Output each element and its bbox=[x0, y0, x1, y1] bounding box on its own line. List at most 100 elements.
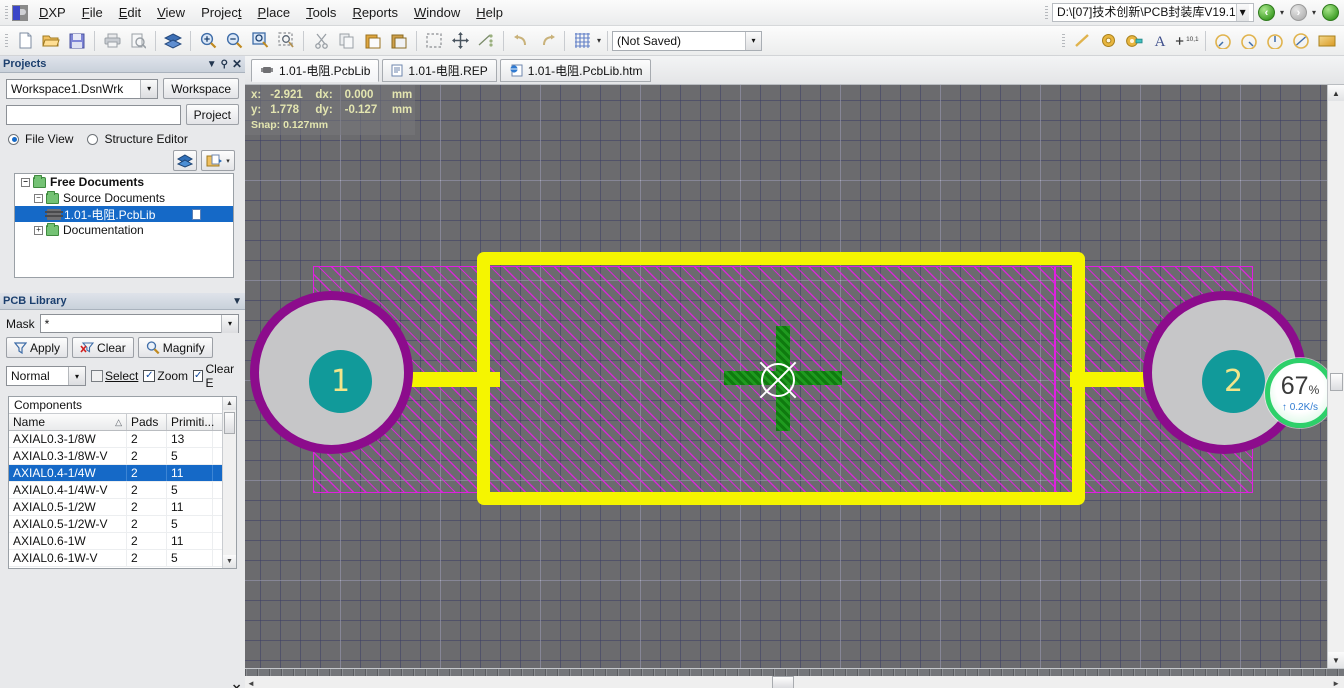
zoom-in-icon[interactable] bbox=[196, 29, 220, 53]
table-row[interactable]: AXIAL0.4-1/4W 2 11 bbox=[9, 465, 222, 482]
components-scroll-thumb[interactable] bbox=[224, 412, 235, 434]
undo-icon[interactable] bbox=[509, 29, 533, 53]
mode-dropdown-icon[interactable]: ▾ bbox=[68, 367, 85, 385]
save-state-combo[interactable]: (Not Saved) ▾ bbox=[612, 30, 763, 51]
table-row[interactable]: AXIAL0.5-1/2W 2 11 bbox=[9, 499, 222, 516]
canvas-vertical-scrollbar[interactable]: ▲ ▼ bbox=[1327, 85, 1344, 668]
scroll-right-icon[interactable]: ► bbox=[1332, 679, 1340, 688]
table-row[interactable]: AXIAL0.6-1W 2 11 bbox=[9, 533, 222, 550]
address-bar-dropdown-icon[interactable]: ▾ bbox=[1235, 4, 1249, 21]
save-state-dropdown-icon[interactable]: ▾ bbox=[745, 31, 762, 50]
tree-expander-icon[interactable]: − bbox=[21, 177, 30, 187]
place-pad-icon[interactable] bbox=[1096, 29, 1120, 53]
board-view-icon[interactable] bbox=[173, 150, 197, 171]
tree-node-pcblib[interactable]: 1.01-电阻.PcbLib bbox=[15, 206, 233, 222]
nav-home-button[interactable] bbox=[1322, 3, 1342, 23]
scroll-up-icon[interactable]: ▲ bbox=[223, 397, 236, 410]
pcb-canvas[interactable]: 1 2 67% ↑ 0.2K/s bbox=[245, 85, 1327, 668]
magnify-button[interactable]: Magnify bbox=[137, 337, 213, 358]
table-row[interactable]: AXIAL0.6-1W-V 2 5 bbox=[9, 550, 222, 567]
panel-pin-icon[interactable]: ⚲ bbox=[221, 59, 228, 70]
move-icon[interactable] bbox=[448, 29, 472, 53]
project-tree[interactable]: − Free Documents − Source Documents 1.01… bbox=[14, 173, 234, 278]
new-document-icon[interactable] bbox=[13, 29, 37, 53]
components-list-scrollbar[interactable]: ▲ ▼ bbox=[222, 397, 236, 568]
pad-1[interactable]: 1 bbox=[250, 291, 413, 454]
tree-expander-icon[interactable]: − bbox=[34, 193, 43, 203]
clear-existing-checkbox-group[interactable]: ✓ Clear E bbox=[193, 362, 239, 390]
zoom-area-icon[interactable] bbox=[248, 29, 272, 53]
toolbar-grip[interactable] bbox=[3, 31, 10, 50]
apply-button[interactable]: Apply bbox=[6, 337, 69, 358]
column-header-pads[interactable]: Pads bbox=[127, 414, 167, 430]
clear-existing-checkbox[interactable]: ✓ bbox=[193, 370, 204, 382]
workspace-combo[interactable]: Workspace1.DsnWrk ▾ bbox=[6, 78, 159, 99]
align-icon[interactable] bbox=[474, 29, 498, 53]
print-preview-icon[interactable] bbox=[126, 29, 150, 53]
components-list[interactable]: Components Name △ Pads Primiti... AXIAL0… bbox=[8, 396, 237, 569]
tab-html[interactable]: 1.01-电阻.PcbLib.htm bbox=[499, 58, 652, 82]
menu-item-window[interactable]: Window bbox=[406, 1, 468, 24]
paste-icon[interactable] bbox=[361, 29, 385, 53]
place-string-icon[interactable]: A bbox=[1148, 29, 1172, 53]
menu-item-dxp[interactable]: DXP bbox=[31, 1, 74, 24]
menu-bar-grip[interactable] bbox=[3, 3, 10, 22]
table-row[interactable]: AXIAL0.4-1/4W-V 2 5 bbox=[9, 482, 222, 499]
menu-item-file[interactable]: File bbox=[74, 1, 111, 24]
zoom-out-icon[interactable] bbox=[222, 29, 246, 53]
tab-report[interactable]: 1.01-电阻.REP bbox=[382, 58, 497, 82]
vertical-scroll-thumb[interactable] bbox=[1330, 373, 1343, 391]
zoom-selected-icon[interactable] bbox=[274, 29, 298, 53]
redo-icon[interactable] bbox=[535, 29, 559, 53]
project-field[interactable] bbox=[6, 104, 181, 125]
placement-toolbar-grip[interactable] bbox=[1060, 31, 1067, 50]
file-view-label[interactable]: File View bbox=[25, 132, 73, 146]
file-view-radio[interactable] bbox=[8, 133, 19, 145]
menu-item-project[interactable]: Project bbox=[193, 1, 249, 24]
menu-item-tools[interactable]: Tools bbox=[298, 1, 344, 24]
open-folder-icon[interactable] bbox=[39, 29, 63, 53]
table-row[interactable]: AXIAL0.5-1/2W-V 2 5 bbox=[9, 516, 222, 533]
panel-close-icon[interactable]: ✕ bbox=[232, 57, 242, 71]
address-bar-grip[interactable] bbox=[1042, 3, 1050, 22]
structure-editor-label[interactable]: Structure Editor bbox=[104, 132, 187, 146]
scroll-up-icon[interactable]: ▲ bbox=[1328, 85, 1344, 101]
select-checkbox[interactable] bbox=[91, 370, 103, 382]
column-header-primitives[interactable]: Primiti... bbox=[167, 414, 214, 430]
tree-expander-icon[interactable]: + bbox=[34, 225, 43, 235]
scroll-down-icon[interactable]: ▼ bbox=[223, 555, 236, 568]
horizontal-scroll-thumb[interactable] bbox=[772, 676, 794, 688]
address-bar[interactable]: D:\[07]技术创新\PCB封装库V19.1 ▾ bbox=[1051, 3, 1254, 22]
structure-editor-radio[interactable] bbox=[87, 133, 99, 145]
column-header-name[interactable]: Name △ bbox=[9, 414, 127, 430]
place-via-icon[interactable] bbox=[1122, 29, 1146, 53]
menu-item-view[interactable]: View bbox=[149, 1, 193, 24]
paste-special-icon[interactable] bbox=[387, 29, 411, 53]
nav-back-button[interactable]: ‹ bbox=[1257, 3, 1278, 23]
mode-combo[interactable]: Normal ▾ bbox=[6, 366, 86, 386]
tree-node-source-documents[interactable]: − Source Documents bbox=[15, 190, 233, 206]
select-area-icon[interactable] bbox=[422, 29, 446, 53]
panel-dropdown-icon[interactable]: ▼ bbox=[207, 59, 217, 70]
nav-forward-button[interactable]: › bbox=[1289, 3, 1310, 23]
menu-item-edit[interactable]: Edit bbox=[111, 1, 149, 24]
print-icon[interactable] bbox=[100, 29, 124, 53]
canvas-horizontal-scrollbar[interactable]: ◄ ► bbox=[245, 668, 1344, 688]
menu-item-help[interactable]: Help bbox=[468, 1, 511, 24]
zoom-checkbox-group[interactable]: ✓ Zoom bbox=[143, 369, 188, 383]
table-row[interactable]: AXIAL0.3-1/8W 2 13 bbox=[9, 431, 222, 448]
mask-input[interactable]: * ▾ bbox=[39, 314, 239, 333]
project-button[interactable]: Project bbox=[185, 104, 239, 125]
network-speed-badge[interactable]: 67% ↑ 0.2K/s bbox=[1265, 358, 1327, 428]
scroll-down-icon[interactable]: ▼ bbox=[1328, 652, 1344, 668]
table-row[interactable]: AXIAL0.3-1/8W-V 2 5 bbox=[9, 448, 222, 465]
scroll-left-icon[interactable]: ◄ bbox=[247, 679, 255, 688]
horizontal-scroll-track[interactable] bbox=[245, 676, 1344, 688]
clear-button[interactable]: Clear bbox=[72, 337, 134, 358]
place-arc-center-icon[interactable] bbox=[1211, 29, 1235, 53]
place-fill-icon[interactable] bbox=[1315, 29, 1339, 53]
mask-dropdown-icon[interactable]: ▾ bbox=[221, 314, 238, 333]
menu-item-reports[interactable]: Reports bbox=[344, 1, 406, 24]
menu-item-place[interactable]: Place bbox=[250, 1, 299, 24]
save-icon[interactable] bbox=[65, 29, 89, 53]
